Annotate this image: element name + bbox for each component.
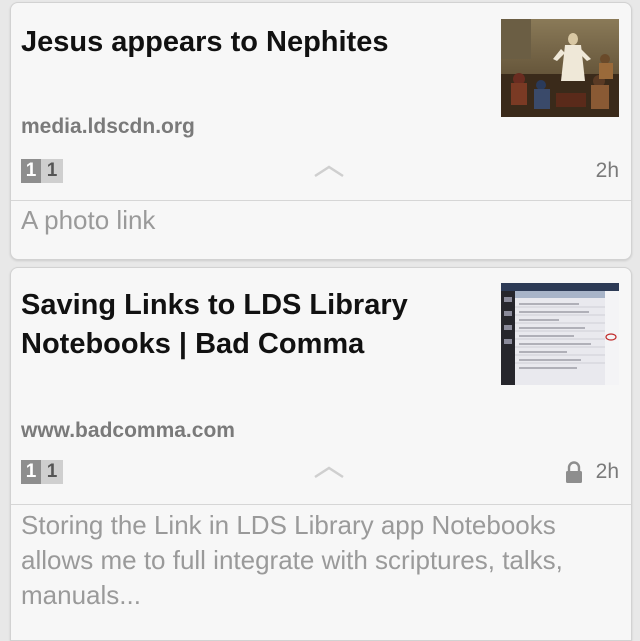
app-screenshot-thumbnail-icon — [501, 283, 619, 385]
vote-count-right: 1 — [41, 159, 63, 183]
feed-item-card[interactable]: Saving Links to LDS Library Notebooks | … — [10, 267, 632, 641]
item-thumbnail[interactable] — [501, 283, 619, 385]
item-time: 2h — [595, 159, 619, 182]
vote-count-left: 1 — [21, 159, 41, 183]
item-title[interactable]: Saving Links to LDS Library Notebooks | … — [21, 286, 481, 364]
item-meta-row: 1 1 2h — [21, 458, 619, 486]
chevron-up-icon[interactable] — [313, 163, 345, 179]
item-meta-row: 1 1 2h — [21, 157, 619, 185]
painting-thumbnail-icon — [501, 19, 619, 117]
chevron-up-icon[interactable] — [313, 464, 345, 480]
item-domain: www.badcomma.com — [21, 419, 235, 442]
item-thumbnail[interactable] — [501, 19, 619, 117]
item-domain: media.ldscdn.org — [21, 115, 195, 138]
divider — [11, 504, 631, 505]
vote-count-badge: 1 1 — [21, 159, 63, 183]
vote-count-badge: 1 1 — [21, 460, 63, 484]
vote-count-right: 1 — [41, 460, 63, 484]
lock-icon — [566, 461, 582, 483]
item-description: A photo link — [21, 205, 156, 235]
item-title[interactable]: Jesus appears to Nephites — [21, 23, 481, 62]
item-time: 2h — [595, 460, 619, 483]
item-description: Storing the Link in LDS Library app Note… — [21, 510, 563, 610]
divider — [11, 200, 631, 201]
vote-count-left: 1 — [21, 460, 41, 484]
feed-item-card[interactable]: Jesus appears to Nephites media.ldscdn.o… — [10, 2, 632, 260]
